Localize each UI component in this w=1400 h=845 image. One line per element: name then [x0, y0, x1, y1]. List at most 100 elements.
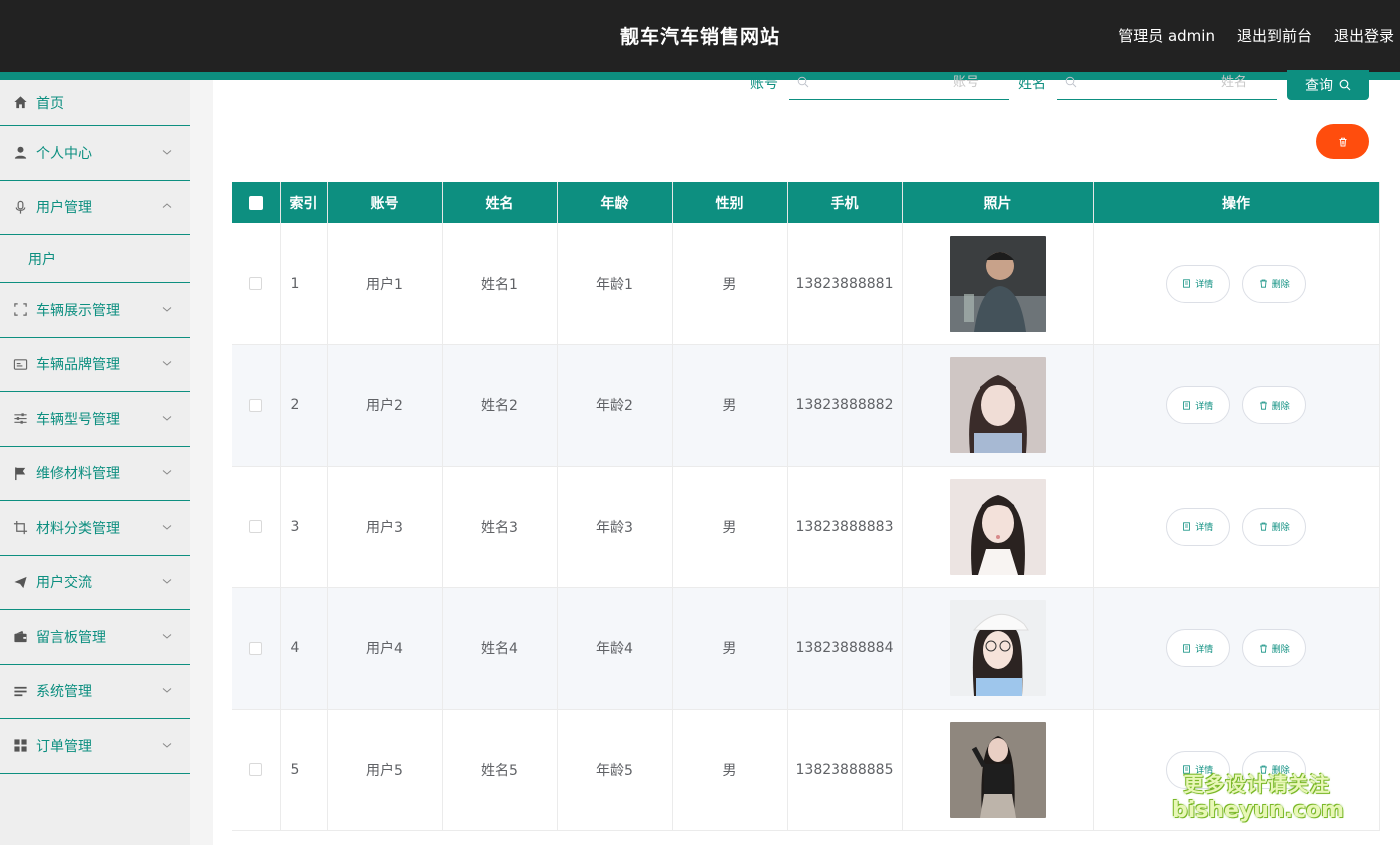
back-to-frontend-link[interactable]: 退出到前台 [1237, 25, 1312, 46]
delete-button[interactable]: 删除 [1242, 750, 1307, 789]
sidebar-item-label: 用户管理 [36, 200, 92, 217]
name-cell: 姓名2 [442, 344, 558, 467]
chevron-down-icon [162, 524, 172, 530]
delete-button[interactable]: 删除 [1242, 386, 1307, 425]
sidebar-item-label: 系统管理 [36, 684, 92, 701]
index-cell: 4 [280, 587, 328, 710]
sidebar-item-vehicle-display[interactable]: 车辆展示管理 [0, 283, 190, 338]
chevron-down-icon [162, 579, 172, 584]
sidebar-subitem-user[interactable]: 用户 [0, 235, 190, 283]
id-card-icon [12, 356, 28, 372]
sidebar-item-system-management[interactable]: 系统管理 [0, 665, 190, 719]
sliders-icon [12, 411, 28, 427]
actions-cell: 详情 删除 [1093, 466, 1380, 588]
sidebar-item-user-exchange[interactable]: 用户交流 [0, 556, 190, 610]
name-search-label: 姓名 [1018, 76, 1046, 92]
account-cell: 用户2 [327, 344, 443, 467]
user-photo [949, 721, 1046, 818]
main-content: 账号 账号 姓名 姓名 查询 索引 账号 姓名 年龄 性别 手机 照片 操作 1… [213, 70, 1400, 845]
chevron-down-icon [162, 149, 172, 155]
actions-cell: 详情 删除 [1093, 709, 1380, 831]
delete-button-label: 删除 [1271, 523, 1290, 534]
detail-button-label: 详情 [1195, 280, 1214, 290]
detail-button[interactable]: 详情 [1165, 750, 1230, 789]
sidebar-item-order-management[interactable]: 订单管理 [0, 719, 190, 774]
index-cell: 3 [280, 466, 328, 588]
detail-button-label: 详情 [1195, 523, 1214, 534]
document-icon [1183, 765, 1191, 774]
row-checkbox[interactable] [249, 398, 263, 412]
account-search-placeholder: 账号 [952, 75, 979, 90]
phone-cell: 13823888881 [787, 223, 903, 345]
select-all-checkbox[interactable] [248, 195, 263, 210]
photo-cell [902, 466, 1094, 588]
sidebar-item-label: 留言板管理 [36, 629, 106, 646]
sidebar-item-label: 个人中心 [36, 145, 92, 162]
row-checkbox[interactable] [249, 520, 263, 534]
header-links: 管理员 admin 退出到前台 退出登录 [1118, 25, 1394, 46]
column-header: 操作 [1093, 182, 1380, 223]
gender-cell: 男 [672, 223, 788, 345]
phone-cell: 13823888882 [787, 344, 903, 467]
top-header: 靓车汽车销售网站 管理员 admin 退出到前台 退出登录 [0, 0, 1400, 72]
delete-button[interactable]: 删除 [1242, 507, 1307, 546]
photo-cell [902, 709, 1094, 831]
trash-icon [1339, 137, 1346, 146]
sidebar-item-personal-center[interactable]: 个人中心 [0, 126, 190, 181]
user-icon [12, 145, 28, 161]
photo-cell [902, 344, 1094, 467]
account-cell: 用户5 [327, 709, 443, 831]
index-cell: 5 [280, 709, 328, 831]
phone-cell: 13823888885 [787, 709, 903, 831]
sidebar-item-label: 订单管理 [36, 738, 92, 755]
name-search-input[interactable]: 姓名 [1057, 72, 1277, 100]
detail-button[interactable]: 详情 [1165, 264, 1230, 303]
send-icon [12, 574, 28, 590]
delete-button-label: 删除 [1271, 401, 1290, 412]
document-icon [1183, 522, 1191, 531]
trash-icon [1259, 401, 1267, 410]
account-search-input[interactable]: 账号 [789, 72, 1009, 100]
sidebar-item-label: 车辆品牌管理 [36, 357, 120, 374]
row-checkbox[interactable] [249, 763, 263, 777]
delete-button[interactable]: 删除 [1242, 629, 1307, 668]
admin-user-link[interactable]: 管理员 admin [1118, 25, 1215, 46]
detail-button[interactable]: 详情 [1165, 507, 1230, 546]
detail-button[interactable]: 详情 [1165, 629, 1230, 668]
sidebar-item-repair-materials[interactable]: 维修材料管理 [0, 447, 190, 501]
delete-button[interactable]: 删除 [1242, 264, 1307, 303]
user-photo [949, 235, 1046, 332]
column-header: 姓名 [442, 182, 558, 223]
microphone-icon [12, 199, 28, 215]
table-row: 5 用户5 姓名5 年龄5 男 13823888885 详情 删除 [232, 709, 1380, 831]
sidebar-item-vehicle-model[interactable]: 车辆型号管理 [0, 392, 190, 447]
user-photo [949, 478, 1046, 575]
wallet-icon [12, 629, 28, 645]
column-header: 账号 [327, 182, 443, 223]
age-cell: 年龄3 [557, 466, 673, 588]
sidebar-item-user-management[interactable]: 用户管理 [0, 181, 190, 235]
age-cell: 年龄2 [557, 344, 673, 467]
account-cell: 用户1 [327, 223, 443, 345]
batch-delete-button[interactable] [1316, 124, 1369, 159]
trash-icon [1259, 765, 1267, 774]
age-cell: 年龄5 [557, 709, 673, 831]
row-checkbox[interactable] [249, 277, 263, 290]
index-cell: 2 [280, 344, 328, 467]
detail-button[interactable]: 详情 [1165, 386, 1230, 425]
sidebar-item-home[interactable]: 首页 [0, 80, 190, 126]
query-button-label: 查询 [1305, 78, 1333, 94]
account-search-label: 账号 [750, 76, 778, 92]
sidebar-item-material-category[interactable]: 材料分类管理 [0, 501, 190, 556]
search-icon [1339, 79, 1351, 91]
row-checkbox[interactable] [249, 641, 263, 655]
gender-cell: 男 [672, 587, 788, 710]
gender-cell: 男 [672, 344, 788, 467]
sidebar-item-message-board[interactable]: 留言板管理 [0, 610, 190, 665]
phone-cell: 13823888883 [787, 466, 903, 588]
sidebar-item-vehicle-brand[interactable]: 车辆品牌管理 [0, 338, 190, 392]
logout-link[interactable]: 退出登录 [1334, 25, 1394, 46]
chevron-down-icon [162, 688, 172, 693]
query-button[interactable]: 查询 [1287, 70, 1369, 100]
trash-icon [1259, 644, 1267, 653]
